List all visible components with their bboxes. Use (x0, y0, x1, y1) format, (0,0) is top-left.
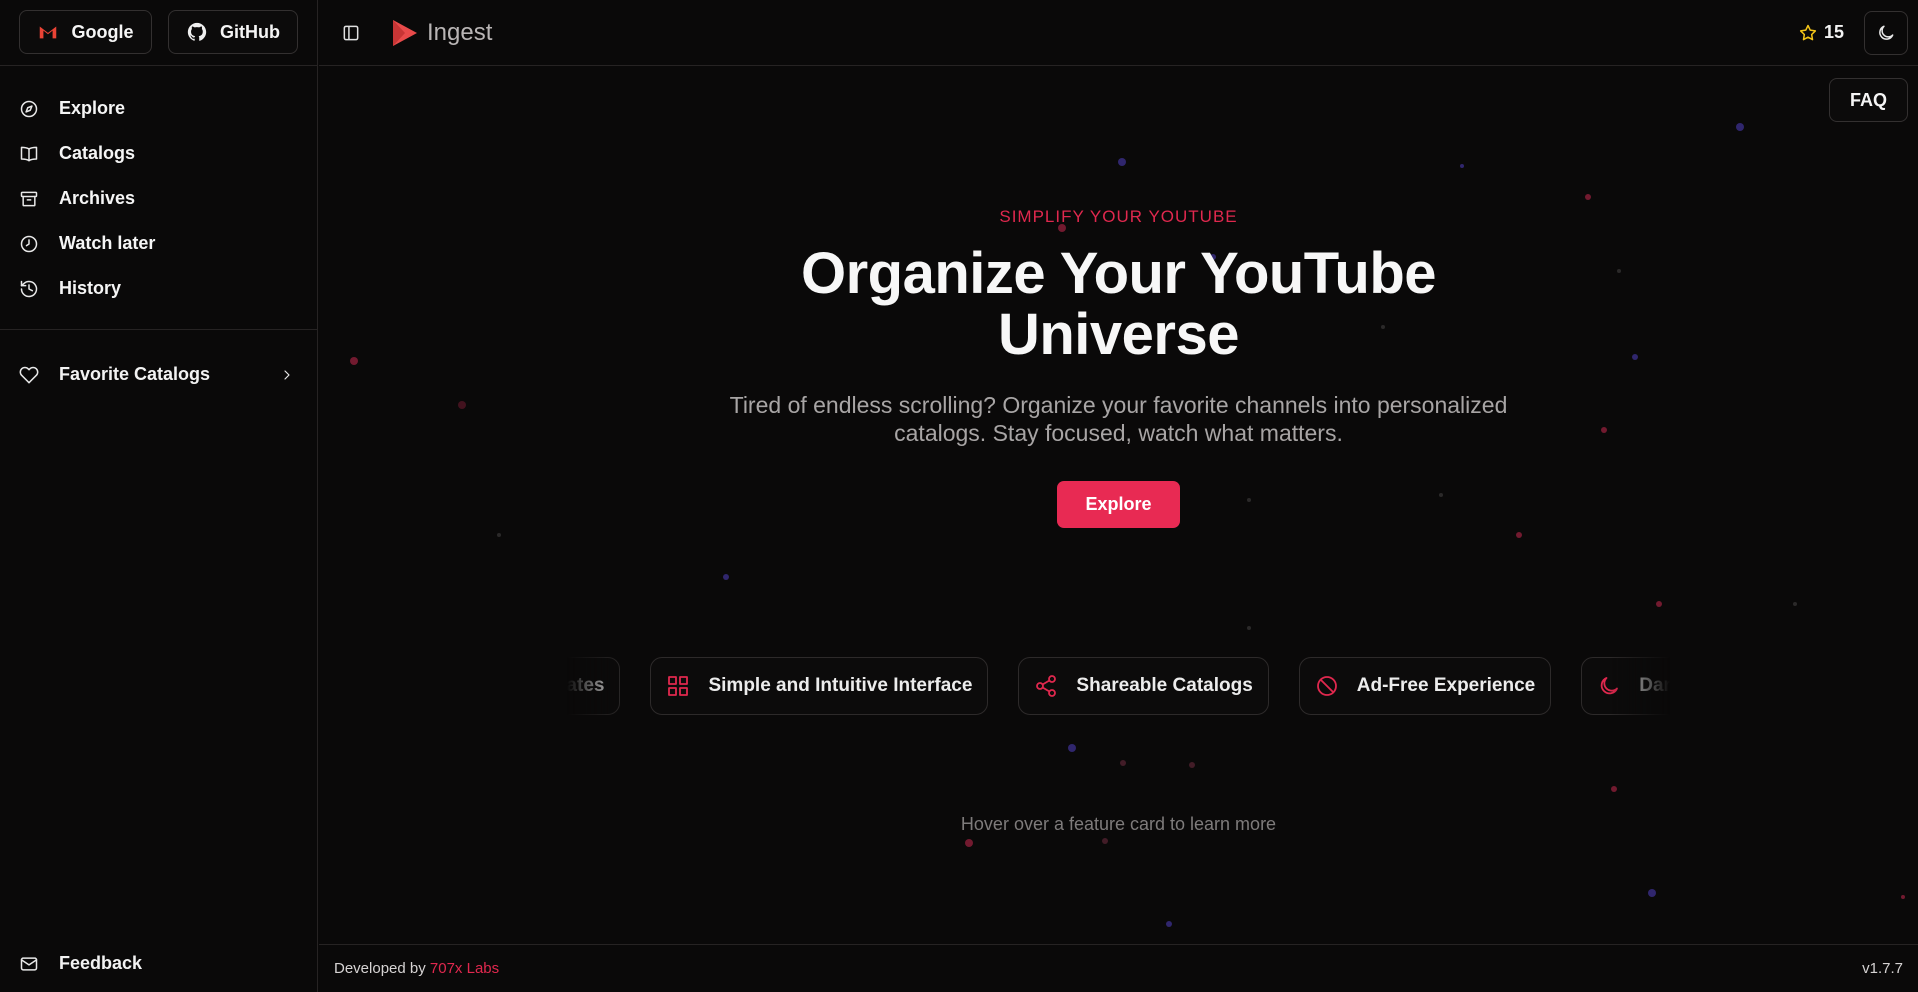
brand-logo[interactable]: Ingest (389, 17, 492, 49)
footer-credit: Developed by 707x Labs (334, 960, 499, 977)
mail-icon (20, 956, 38, 971)
sidebar-item-explore[interactable]: Explore (0, 86, 317, 131)
compass-icon (20, 100, 38, 117)
feature-label: Simple and Intuitive Interface (708, 675, 973, 696)
sidebar-nav: Explore Catalogs Archives Watch later Hi… (0, 66, 317, 311)
auth-row: Google GitHub (0, 0, 317, 66)
star-icon (1799, 24, 1817, 40)
headline-line2: Universe (997, 302, 1240, 367)
hero-headline: Organize Your YouTube Universe (319, 243, 1918, 365)
share-icon (1036, 675, 1057, 697)
feature-label: Ad-Free Experience (1356, 675, 1536, 696)
sidebar-toggle-button[interactable] (333, 15, 369, 51)
feature-track: Automated Updates Simple and Intuitive I… (567, 657, 1670, 715)
heart-icon (19, 366, 39, 383)
book-icon (20, 146, 38, 161)
feedback-button[interactable]: Feedback (19, 953, 142, 974)
github-label: GitHub (219, 21, 280, 42)
feedback-label: Feedback (59, 953, 143, 973)
github-icon (187, 22, 207, 41)
hero-kicker: SIMPLIFY YOUR YOUTUBE (999, 207, 1238, 226)
clock-icon (20, 235, 38, 252)
feature-label: Automated Updates (567, 675, 605, 696)
feature-carousel: Automated Updates Simple and Intuitive I… (567, 657, 1670, 715)
gmail-icon (40, 26, 57, 39)
ban-icon (1316, 676, 1337, 696)
sidebar: Google GitHub Explore Catalogs Archives … (0, 0, 318, 992)
chevron-right-icon (284, 369, 290, 380)
sidebar-item-label: Catalogs (59, 143, 136, 163)
moon-icon (1600, 677, 1619, 695)
favorite-catalogs-label: Favorite Catalogs (59, 364, 211, 384)
feature-hint: Hover over a feature card to learn more (960, 814, 1277, 834)
version-label: v1.7.7 (1862, 960, 1903, 977)
feature-card-ad-free[interactable]: Ad-Free Experience (1298, 657, 1552, 715)
google-signin-button[interactable]: Google (19, 10, 152, 54)
google-label: Google (71, 21, 134, 42)
hero-section: SIMPLIFY YOUR YOUTUBE Organize Your YouT… (319, 207, 1918, 528)
sidebar-item-archives[interactable]: Archives (0, 176, 317, 221)
sidebar-item-label: Explore (59, 98, 126, 118)
hero-subtitle: Tired of endless scrolling? Organize you… (729, 392, 1508, 446)
sidebar-item-watch-later[interactable]: Watch later (0, 221, 317, 266)
feature-card-shareable-catalogs[interactable]: Shareable Catalogs (1018, 657, 1269, 715)
sidebar-item-label: Watch later (59, 233, 156, 253)
sidebar-item-label: Archives (59, 188, 136, 208)
favorite-catalogs-toggle[interactable]: Favorite Catalogs (0, 352, 317, 397)
sidebar-item-label: History (59, 278, 122, 298)
play-logo-icon (393, 19, 417, 46)
sidebar-item-history[interactable]: History (0, 266, 317, 311)
archive-icon (20, 191, 38, 206)
explore-cta-button[interactable]: Explore (1057, 481, 1180, 528)
feature-card-intuitive-interface[interactable]: Simple and Intuitive Interface (650, 657, 989, 715)
stars-count: 15 (1823, 22, 1844, 42)
github-signin-button[interactable]: GitHub (167, 10, 298, 54)
brand-name: Ingest (427, 18, 493, 46)
developed-by-label: Developed by (334, 960, 426, 977)
feature-label: Dark Mode (1639, 675, 1670, 696)
lab-link[interactable]: 707x Labs (430, 960, 499, 977)
top-header: Ingest 15 (319, 0, 1918, 66)
moon-icon (1879, 25, 1894, 40)
sidebar-item-catalogs[interactable]: Catalogs (0, 131, 317, 176)
main-content: FAQ SIMPLIFY YOUR YOUTUBE Organize Your … (319, 67, 1918, 944)
headline-line1: Organize Your YouTube (800, 241, 1437, 306)
faq-button[interactable]: FAQ (1828, 78, 1908, 122)
history-icon (20, 280, 38, 297)
feature-card-dark-mode[interactable]: Dark Mode (1581, 657, 1670, 715)
panel-left-icon (343, 25, 359, 40)
footer: Developed by 707x Labs v1.7.7 (319, 944, 1918, 992)
sidebar-divider (0, 329, 317, 330)
grid-icon (668, 676, 689, 696)
theme-toggle-button[interactable] (1864, 10, 1908, 55)
github-stars[interactable]: 15 (1798, 22, 1844, 43)
feature-label: Shareable Catalogs (1076, 675, 1253, 696)
feature-card-automated-updates[interactable]: Automated Updates (567, 657, 621, 715)
